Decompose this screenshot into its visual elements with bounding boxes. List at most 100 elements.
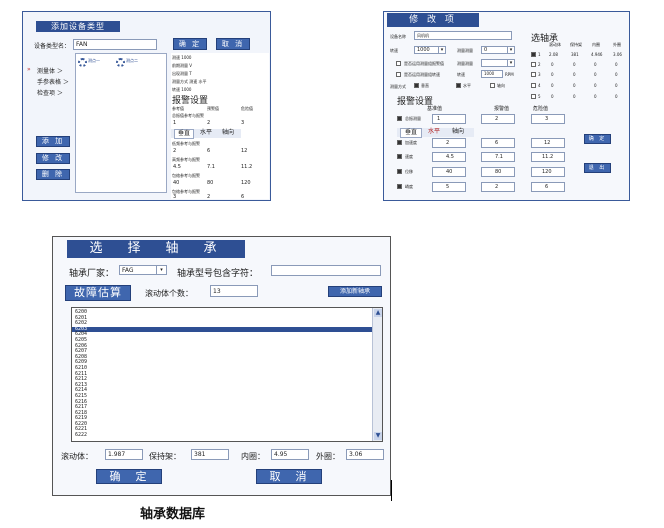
w2-confirm-button[interactable]: 确 定 (584, 134, 611, 144)
bearing-row-checkbox[interactable] (531, 94, 536, 99)
w2-row-value[interactable]: 12 (531, 138, 565, 148)
row-value[interactable]: 120 (241, 180, 251, 186)
model-label: 轴承型号包含字符： (177, 269, 259, 279)
select-bearing-window: 选 择 轴 承 轴承厂家： FAG ▾ 轴承型号包含字符： 故障估算 滚动体个数：… (52, 236, 391, 496)
w1-alarm-title: 报警设置 (172, 96, 209, 106)
node-gear-icon[interactable] (78, 58, 87, 67)
alarm-value[interactable]: 3 (241, 120, 244, 126)
nav-item-params[interactable]: 手参表格 ＞ (37, 77, 69, 86)
w2-name-input[interactable]: 风机机 (414, 31, 512, 40)
row-value[interactable]: 2 (207, 194, 210, 200)
w2-total-checkbox[interactable] (397, 116, 402, 121)
w2-row-value[interactable]: 4.5 (432, 152, 466, 162)
w2-mode-horizontal-checkbox[interactable] (456, 83, 461, 88)
inner-input[interactable]: 4.95 (271, 449, 309, 460)
alarm-value[interactable]: 1 (173, 120, 176, 126)
info-line: 前期测量 V (172, 63, 193, 68)
w1-info-panel: 测速 1000 前期测量 V 出现测量 T 测量方式 测速 水平 转速 1000… (171, 53, 269, 200)
node-label[interactable]: 测点二 (126, 58, 138, 64)
node-gear-icon[interactable] (116, 58, 125, 67)
w2-cb1-checkbox[interactable] (396, 61, 401, 66)
w2-total-value[interactable]: 2 (481, 114, 515, 124)
w1-add-button[interactable]: 添 加 (36, 136, 70, 147)
fault-estimate-button[interactable]: 故障估算 (65, 285, 131, 301)
w1-delete-button[interactable]: 删 除 (36, 169, 70, 180)
bearing-val: 0 (573, 62, 576, 67)
w2-mode-axial-label: 轴向 (497, 83, 505, 88)
bearing-row-checkbox[interactable] (531, 72, 536, 77)
roll-input[interactable]: 1.987 (105, 449, 143, 460)
w2-row-value[interactable]: 80 (481, 167, 515, 177)
nav-item-inspection[interactable]: 检查项 ＞ (37, 88, 63, 97)
model-filter-input[interactable] (271, 265, 381, 276)
add-bearing-button[interactable]: 添加新轴承 (328, 286, 382, 297)
row-value[interactable]: 3 (173, 194, 176, 200)
bearing-row-checkbox[interactable] (531, 62, 536, 67)
row-value[interactable]: 6 (207, 148, 210, 154)
bearing-row-checkbox[interactable] (531, 83, 536, 88)
w2-total-label: 总振测量 (405, 116, 421, 121)
device-type-input[interactable]: FAN (73, 39, 157, 50)
list-scrollbar[interactable]: ▲ ▼ (372, 308, 382, 441)
w3-ok-button[interactable]: 确 定 (96, 469, 162, 484)
w2-exit-button[interactable]: 退 出 (584, 163, 611, 173)
w2-count-select[interactable]: 0 ▾ (481, 46, 515, 54)
node-label[interactable]: 测点一 (88, 58, 100, 64)
row-value[interactable]: 7.1 (207, 164, 215, 170)
w2-row-checkbox[interactable] (397, 184, 402, 189)
roll-count-input[interactable]: 13 (210, 285, 258, 297)
w2-row-value[interactable]: 120 (531, 167, 565, 177)
maker-select[interactable]: FAG ▾ (119, 265, 167, 275)
row-name: 包络参考与报警 (172, 173, 200, 178)
w2-row-value[interactable]: 11.2 (531, 152, 565, 162)
outer-input[interactable]: 3.06 (346, 449, 384, 460)
w2-tab-axial[interactable]: 轴向 (447, 128, 469, 136)
bearing-list-item[interactable]: 6222 (72, 432, 373, 439)
w2-cb1-select[interactable]: ▾ (481, 59, 515, 67)
w2-row-value[interactable]: 6 (481, 138, 515, 148)
w2-mode-axial-checkbox[interactable] (490, 83, 495, 88)
w2-row-checkbox[interactable] (397, 169, 402, 174)
scroll-down-icon[interactable]: ▼ (374, 432, 382, 440)
w2-row-value[interactable]: 2 (432, 138, 466, 148)
w2-cb2-speed-input[interactable]: 1000 (481, 70, 503, 78)
w1-edit-button[interactable]: 修 改 (36, 153, 70, 164)
w2-row-value[interactable]: 7.1 (481, 152, 515, 162)
w2-row-checkbox[interactable] (397, 140, 402, 145)
w2-cb2-unit: RPM (505, 72, 514, 77)
w2-tab-horizontal[interactable]: 水平 (423, 128, 445, 136)
tab-axial[interactable]: 轴向 (218, 129, 238, 137)
row-value[interactable]: 4.5 (173, 164, 181, 170)
w2-total-value[interactable]: 1 (432, 114, 466, 124)
w2-cb2-checkbox[interactable] (396, 72, 401, 77)
alarm-value[interactable]: 2 (207, 120, 210, 126)
row-value[interactable]: 6 (241, 194, 244, 200)
w2-mode-vertical-checkbox[interactable] (414, 83, 419, 88)
w2-row-value[interactable]: 6 (531, 182, 565, 192)
w2-row-value[interactable]: 2 (481, 182, 515, 192)
cage-input[interactable]: 381 (191, 449, 229, 460)
info-line: 测速 1000 (172, 55, 192, 60)
w2-row-checkbox[interactable] (397, 154, 402, 159)
w1-cancel-button[interactable]: 取 消 (216, 38, 250, 50)
row-value[interactable]: 80 (207, 180, 213, 186)
w2-row-value[interactable]: 40 (432, 167, 466, 177)
w2-speed-select[interactable]: 1000 ▾ (414, 46, 446, 54)
tab-horizontal[interactable]: 水平 (196, 129, 216, 137)
nav-item-measure[interactable]: 测量体 ＞ (37, 66, 63, 75)
tab-vertical[interactable]: 垂直 (174, 129, 194, 139)
w2-row-name: 速度 (405, 154, 413, 159)
w1-confirm-button[interactable]: 确 定 (173, 38, 207, 50)
bearing-list[interactable]: 6200 6201 6202 6203 6204 6205 6206 6207 6208 6209… (71, 307, 383, 442)
w2-tab-vertical[interactable]: 垂直 (400, 128, 422, 138)
row-value[interactable]: 40 (173, 180, 179, 186)
w2-cb2-label: 是否运用测量组转速 (404, 72, 440, 77)
scroll-up-icon[interactable]: ▲ (374, 309, 382, 317)
row-value[interactable]: 11.2 (241, 164, 252, 170)
row-value[interactable]: 12 (241, 148, 247, 154)
w3-cancel-button[interactable]: 取 消 (256, 469, 322, 484)
bearing-row-checkbox[interactable] (531, 52, 536, 57)
w2-row-value[interactable]: 5 (432, 182, 466, 192)
w2-total-value[interactable]: 3 (531, 114, 565, 124)
row-value[interactable]: 2 (173, 148, 176, 154)
